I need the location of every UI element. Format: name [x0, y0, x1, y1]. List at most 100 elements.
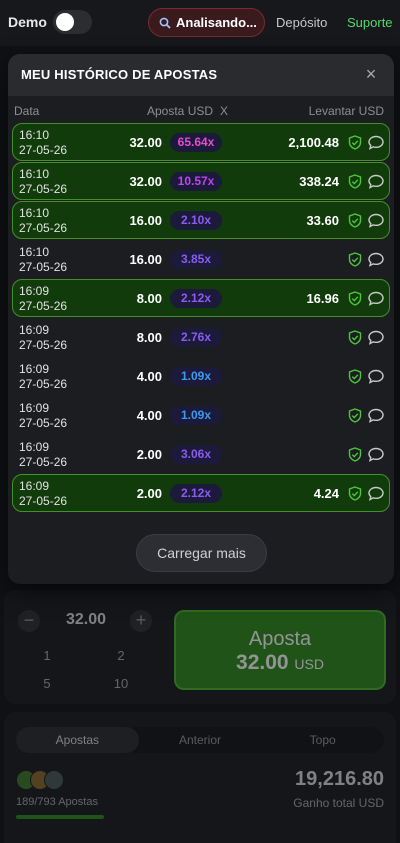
bets-count: 189/793 Apostas	[16, 796, 98, 808]
bet-amount: 32.00	[236, 651, 289, 674]
chat-share-icon[interactable]	[368, 135, 384, 150]
table-row[interactable]: 16:09 27-05-26 4.00 1.09x	[12, 357, 390, 395]
table-row[interactable]: 16:09 27-05-26 2.00 2.12x 4.24	[12, 474, 390, 512]
table-row[interactable]: 16:09 27-05-26 8.00 2.76x	[12, 318, 390, 356]
provably-fair-icon[interactable]	[348, 174, 362, 189]
table-row[interactable]: 16:10 27-05-26 32.00 65.64x 2,100.48	[12, 123, 390, 161]
table-row[interactable]: 16:09 27-05-26 2.00 3.06x	[12, 435, 390, 473]
quick-amount-button[interactable]: 5	[27, 676, 67, 691]
row-stake: 32.00	[129, 174, 162, 189]
chat-share-icon[interactable]	[368, 408, 384, 423]
load-more-button[interactable]: Carregar mais	[136, 534, 267, 572]
row-date: 27-05-26	[19, 260, 68, 274]
table-row[interactable]: 16:10 27-05-26 16.00 3.85x	[12, 240, 390, 278]
row-multiplier-badge: 2.12x	[170, 289, 222, 308]
close-icon[interactable]: ×	[360, 63, 382, 85]
row-stake: 16.00	[129, 213, 162, 228]
row-time: 16:10	[19, 206, 50, 220]
demo-label: Demo	[8, 14, 47, 30]
quick-amount-button[interactable]: 10	[101, 676, 141, 691]
row-cashout: 338.24	[299, 174, 339, 189]
chat-share-icon[interactable]	[368, 291, 384, 306]
suporte-link[interactable]: Suporte	[347, 15, 393, 30]
analise-button[interactable]: Analisando...	[148, 8, 265, 37]
row-date: 27-05-26	[19, 221, 68, 235]
tab-topo[interactable]: Topo	[261, 727, 384, 753]
stake-value[interactable]: 32.00	[54, 611, 118, 629]
table-row[interactable]: 16:10 27-05-26 32.00 10.57x 338.24	[12, 162, 390, 200]
provably-fair-icon[interactable]	[348, 369, 362, 384]
row-time: 16:09	[19, 284, 50, 298]
column-stake: Aposta USD	[147, 104, 214, 118]
chat-share-icon[interactable]	[368, 447, 384, 462]
chat-share-icon[interactable]	[368, 252, 384, 267]
column-date: Data	[14, 104, 40, 118]
tab-apostas[interactable]: Apostas	[16, 727, 139, 753]
row-time: 16:10	[19, 167, 50, 181]
provably-fair-icon[interactable]	[348, 447, 362, 462]
bet-label: Aposta	[248, 628, 312, 650]
total-win-value: 19,216.80	[295, 768, 384, 790]
provably-fair-icon[interactable]	[348, 213, 362, 228]
row-stake: 8.00	[136, 330, 162, 345]
analise-label: Analisando...	[176, 15, 257, 30]
row-date: 27-05-26	[19, 377, 68, 391]
row-stake: 8.00	[136, 291, 162, 306]
row-multiplier-badge: 3.85x	[170, 250, 222, 269]
search-icon	[159, 17, 171, 29]
row-date: 27-05-26	[19, 455, 68, 469]
row-time: 16:10	[19, 245, 50, 259]
provably-fair-icon[interactable]	[348, 486, 362, 501]
provably-fair-icon[interactable]	[348, 291, 362, 306]
stake-decrease-button[interactable]: −	[18, 610, 40, 632]
row-stake: 4.00	[136, 369, 162, 384]
stats-panel: Apostas Anterior Topo 189/793 Apostas 19…	[4, 712, 396, 843]
chat-share-icon[interactable]	[368, 174, 384, 189]
quick-amount-button[interactable]: 2	[101, 648, 141, 663]
row-time: 16:09	[19, 440, 50, 454]
chat-share-icon[interactable]	[368, 486, 384, 501]
provably-fair-icon[interactable]	[348, 330, 362, 345]
total-win-label: Ganho total USD	[293, 796, 384, 810]
avatar	[44, 770, 64, 790]
stake-increase-button[interactable]: +	[130, 610, 152, 632]
chat-share-icon[interactable]	[368, 213, 384, 228]
demo-toggle[interactable]	[53, 10, 92, 34]
row-date: 27-05-26	[19, 143, 68, 157]
row-multiplier-badge: 1.09x	[170, 406, 222, 425]
chat-share-icon[interactable]	[368, 369, 384, 384]
provably-fair-icon[interactable]	[348, 252, 362, 267]
player-avatars	[16, 770, 64, 795]
table-row[interactable]: 16:09 27-05-26 8.00 2.12x 16.96	[12, 279, 390, 317]
row-multiplier-badge: 2.10x	[170, 211, 222, 230]
stats-tabs: Apostas Anterior Topo	[16, 727, 384, 753]
row-multiplier-badge: 1.09x	[170, 367, 222, 386]
row-time: 16:09	[19, 479, 50, 493]
row-stake: 16.00	[129, 252, 162, 267]
row-date: 27-05-26	[19, 494, 68, 508]
quick-amount-button[interactable]: 1	[27, 648, 67, 663]
toggle-knob	[56, 13, 74, 31]
row-stake: 32.00	[129, 135, 162, 150]
row-date: 27-05-26	[19, 299, 68, 313]
provably-fair-icon[interactable]	[348, 135, 362, 150]
table-row[interactable]: 16:09 27-05-26 4.00 1.09x	[12, 396, 390, 434]
row-cashout: 4.24	[313, 486, 339, 501]
column-cashout: Levantar USD	[308, 104, 384, 118]
deposito-link[interactable]: Depósito	[276, 15, 327, 30]
row-stake: 4.00	[136, 408, 162, 423]
chat-share-icon[interactable]	[368, 330, 384, 345]
row-multiplier-badge: 2.76x	[170, 328, 222, 347]
row-cashout: 16.96	[306, 291, 339, 306]
bet-panel: − 32.00 + 1 2 5 10 Aposta 32.00 USD	[4, 590, 396, 704]
row-multiplier-badge: 3.06x	[170, 445, 222, 464]
table-row[interactable]: 16:10 27-05-26 16.00 2.10x 33.60	[12, 201, 390, 239]
row-time: 16:09	[19, 401, 50, 415]
row-date: 27-05-26	[19, 416, 68, 430]
row-time: 16:10	[19, 128, 50, 142]
row-multiplier-badge: 65.64x	[170, 133, 222, 152]
tab-anterior[interactable]: Anterior	[139, 727, 262, 753]
row-date: 27-05-26	[19, 182, 68, 196]
provably-fair-icon[interactable]	[348, 408, 362, 423]
place-bet-button[interactable]: Aposta 32.00 USD	[174, 610, 386, 690]
